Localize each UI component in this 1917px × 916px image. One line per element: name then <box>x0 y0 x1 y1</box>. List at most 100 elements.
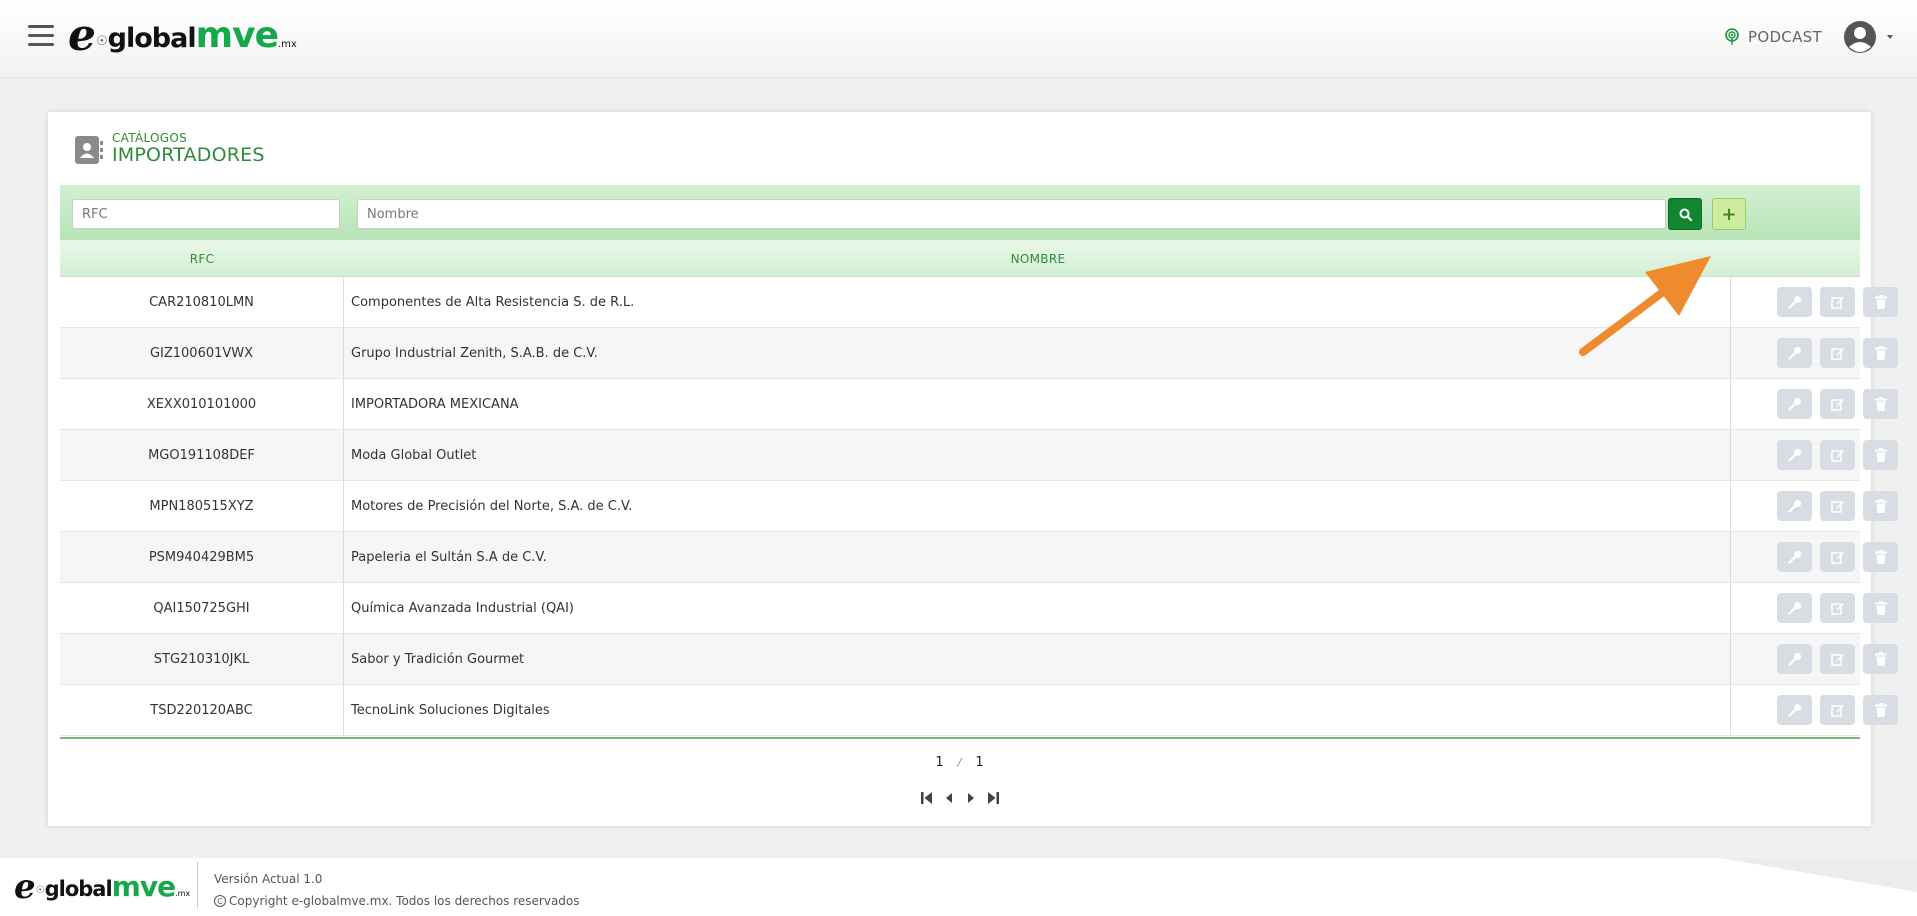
permissions-button[interactable] <box>1777 695 1812 725</box>
last-page-icon[interactable] <box>986 791 1000 805</box>
delete-button[interactable] <box>1863 695 1898 725</box>
podcast-link[interactable]: PODCAST <box>1724 28 1822 46</box>
delete-button[interactable] <box>1863 644 1898 674</box>
edit-icon <box>1830 654 1844 666</box>
edit-icon <box>1830 348 1844 360</box>
edit-button[interactable] <box>1820 338 1855 368</box>
key-icon <box>1787 449 1801 462</box>
edit-button[interactable] <box>1820 644 1855 674</box>
edit-icon <box>1830 705 1844 717</box>
edit-button[interactable] <box>1820 440 1855 470</box>
next-page-icon[interactable] <box>964 791 978 805</box>
trash-icon <box>1874 295 1887 309</box>
column-header-nombre[interactable]: NOMBRE <box>345 252 1731 266</box>
delete-button[interactable] <box>1863 593 1898 623</box>
copyright-label: Copyright e-globalmve.mx. Todos los dere… <box>229 894 580 908</box>
edit-icon <box>1830 450 1844 462</box>
nombre-cell: Motores de Precisión del Norte, S.A. de … <box>345 481 1731 531</box>
delete-button[interactable] <box>1863 338 1898 368</box>
nombre-cell: Grupo Industrial Zenith, S.A.B. de C.V. <box>345 328 1731 378</box>
column-header-rfc[interactable]: RFC <box>60 252 344 266</box>
table-row[interactable]: XEXX010101000 IMPORTADORA MEXICANA <box>60 379 1898 430</box>
key-icon <box>1787 653 1801 666</box>
delete-button[interactable] <box>1863 440 1898 470</box>
version-text: Versión Actual 1.0 <box>214 872 323 886</box>
edit-icon <box>1830 399 1844 411</box>
delete-button[interactable] <box>1863 542 1898 572</box>
key-icon <box>1787 704 1801 717</box>
trash-icon <box>1874 652 1887 666</box>
section-label: CATÁLOGOS <box>112 131 188 145</box>
trash-icon <box>1874 499 1887 513</box>
permissions-button[interactable] <box>1777 644 1812 674</box>
trash-icon <box>1874 346 1887 360</box>
top-navbar: e ☉ global mve .mx PODCAST <box>0 0 1917 78</box>
edit-button[interactable] <box>1820 593 1855 623</box>
table-row[interactable]: STG210310JKL Sabor y Tradición Gourmet <box>60 634 1898 685</box>
nombre-cell: Moda Global Outlet <box>345 430 1731 480</box>
key-icon <box>1787 398 1801 411</box>
nombre-cell: IMPORTADORA MEXICANA <box>345 379 1731 429</box>
prev-page-icon[interactable] <box>942 791 956 805</box>
edit-icon <box>1830 603 1844 615</box>
copyright-icon: C <box>214 895 226 907</box>
permissions-button[interactable] <box>1777 338 1812 368</box>
delete-button[interactable] <box>1863 389 1898 419</box>
edit-button[interactable] <box>1820 542 1855 572</box>
rfc-cell: GIZ100601VWX <box>60 328 344 378</box>
key-icon <box>1787 500 1801 513</box>
delete-button[interactable] <box>1863 287 1898 317</box>
permissions-button[interactable] <box>1777 491 1812 521</box>
permissions-button[interactable] <box>1777 440 1812 470</box>
table-row[interactable]: MGO191108DEF Moda Global Outlet <box>60 430 1898 481</box>
rfc-cell: MGO191108DEF <box>60 430 344 480</box>
footer-decoration <box>1720 858 1917 916</box>
rfc-cell: TSD220120ABC <box>60 685 344 735</box>
rfc-cell: STG210310JKL <box>60 634 344 684</box>
edit-button[interactable] <box>1820 491 1855 521</box>
podcast-label: PODCAST <box>1748 28 1822 46</box>
page-footer: e ☉ global mve .mx Versión Actual 1.0 C … <box>0 858 1917 916</box>
table-row[interactable]: MPN180515XYZ Motores de Precisión del No… <box>60 481 1898 532</box>
copyright-text: C Copyright e-globalmve.mx. Todos los de… <box>214 894 580 908</box>
rfc-filter-input[interactable] <box>72 199 340 229</box>
search-button[interactable] <box>1668 198 1702 230</box>
key-icon <box>1787 602 1801 615</box>
trash-icon <box>1874 550 1887 564</box>
permissions-button[interactable] <box>1777 389 1812 419</box>
annotation-arrow-icon <box>1579 256 1711 356</box>
page-title: IMPORTADORES <box>112 144 265 166</box>
permissions-button[interactable] <box>1777 542 1812 572</box>
edit-button[interactable] <box>1820 389 1855 419</box>
delete-button[interactable] <box>1863 491 1898 521</box>
rfc-cell: MPN180515XYZ <box>60 481 344 531</box>
add-importador-button[interactable]: + <box>1712 198 1746 230</box>
rfc-cell: XEXX010101000 <box>60 379 344 429</box>
key-icon <box>1787 347 1801 360</box>
edit-icon <box>1830 297 1844 309</box>
user-menu-caret-icon[interactable] <box>1887 35 1893 39</box>
pagination-controls <box>920 791 1000 805</box>
importadores-card: CATÁLOGOS IMPORTADORES + RFC NOMBRE CAR2… <box>48 112 1898 826</box>
table-row[interactable]: PSM940429BM5 Papeleria el Sultán S.A de … <box>60 532 1898 583</box>
edit-button[interactable] <box>1820 287 1855 317</box>
edit-icon <box>1830 501 1844 513</box>
header-logo[interactable]: e ☉ global mve .mx <box>68 14 297 58</box>
page-separator: / <box>957 756 962 769</box>
first-page-icon[interactable] <box>920 791 934 805</box>
edit-button[interactable] <box>1820 695 1855 725</box>
user-avatar-icon[interactable] <box>1843 20 1877 54</box>
trash-icon <box>1874 448 1887 462</box>
filter-bar: + <box>60 185 1860 240</box>
hamburger-menu-icon[interactable] <box>28 25 54 49</box>
edit-icon <box>1830 552 1844 564</box>
nombre-filter-input[interactable] <box>357 199 1666 229</box>
rfc-cell: CAR210810LMN <box>60 277 344 327</box>
table-row[interactable]: QAI150725GHI Química Avanzada Industrial… <box>60 583 1898 634</box>
permissions-button[interactable] <box>1777 287 1812 317</box>
permissions-button[interactable] <box>1777 593 1812 623</box>
table-row[interactable]: TSD220120ABC TecnoLink Soluciones Digita… <box>60 685 1898 736</box>
trash-icon <box>1874 397 1887 411</box>
search-icon <box>1679 208 1692 221</box>
footer-logo[interactable]: e ☉ global mve .mx <box>14 870 190 904</box>
